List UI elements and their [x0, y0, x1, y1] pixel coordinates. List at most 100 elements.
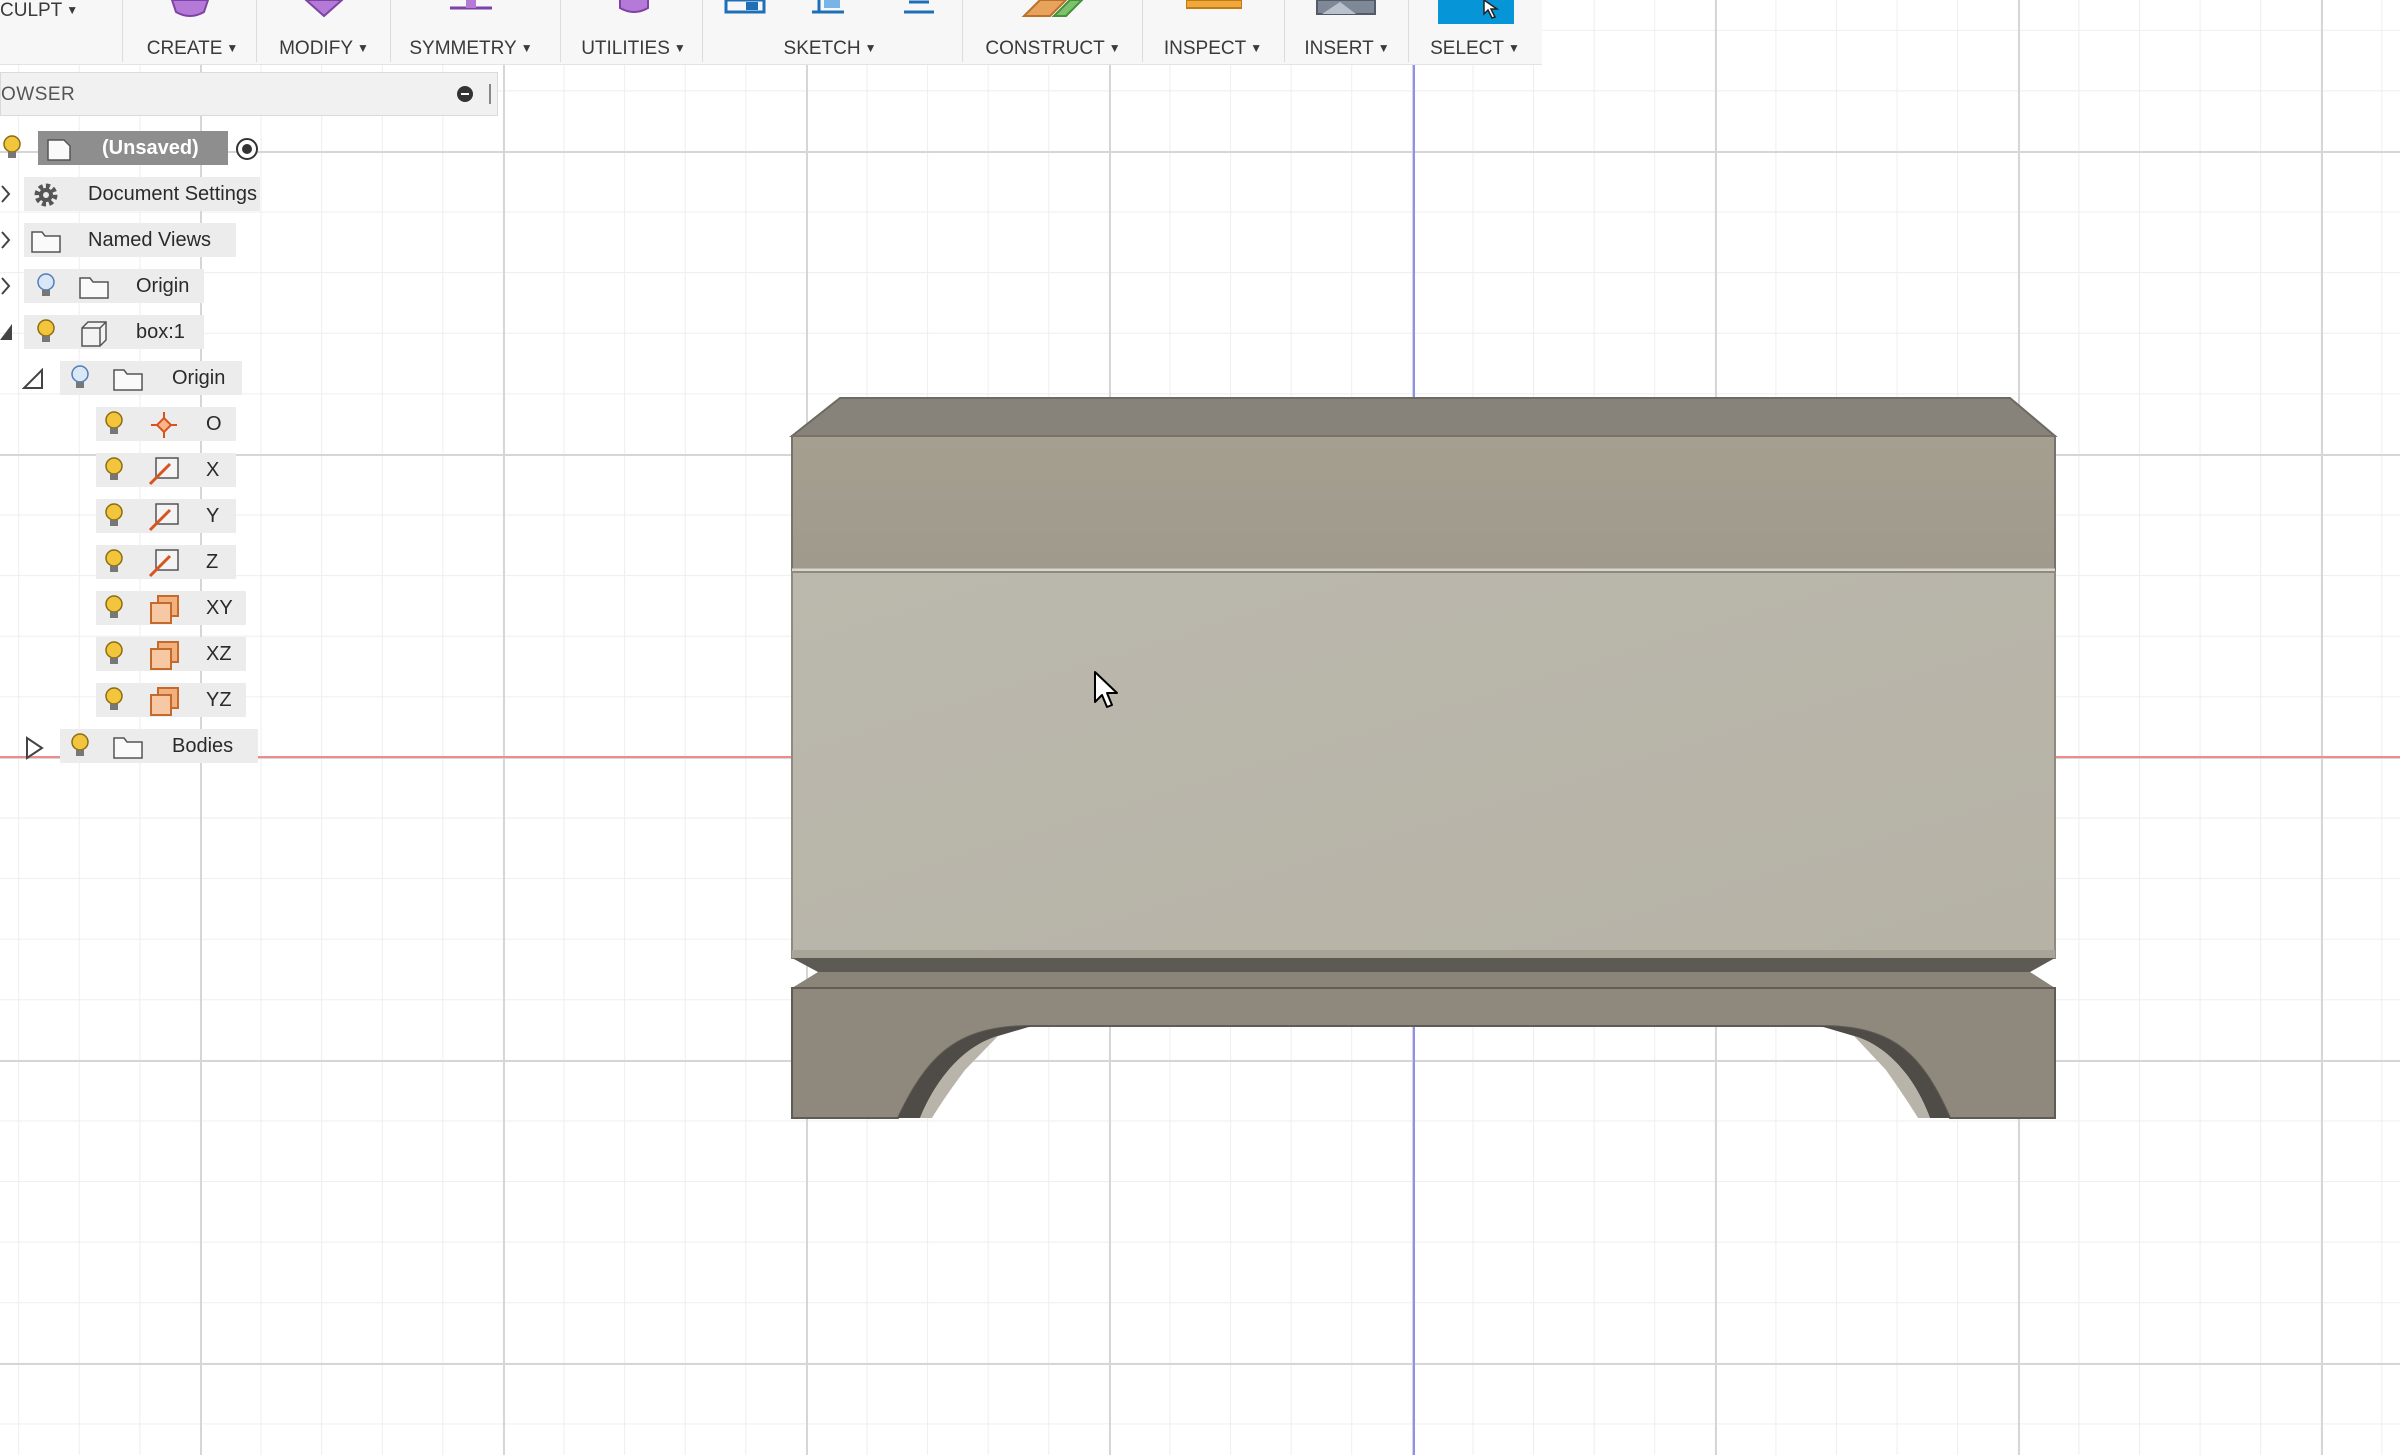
tree-item-yz-plane[interactable]: YZ	[0, 680, 250, 720]
plane-icon	[150, 595, 179, 624]
tree-item-root[interactable]: (Unsaved)	[0, 128, 270, 168]
modify-label: MODIFY	[279, 38, 353, 59]
visibility-bulb-icon[interactable]	[102, 548, 126, 576]
tree-item-x-axis[interactable]: X	[0, 450, 240, 490]
folder-icon	[113, 369, 143, 391]
create-menu[interactable]: CREATE ▼	[130, 0, 255, 64]
workspace-label: CULPT	[0, 0, 63, 21]
symmetry-label: SYMMETRY	[409, 38, 517, 59]
gear-icon	[34, 183, 58, 207]
create-form-icon	[170, 0, 210, 17]
visibility-bulb-icon[interactable]	[102, 686, 126, 714]
visibility-bulb-icon[interactable]	[102, 502, 126, 530]
axis-icon	[148, 457, 179, 486]
tree-item-origin[interactable]: Origin	[0, 266, 210, 306]
visibility-bulb-icon[interactable]	[34, 318, 58, 346]
tree-item-xy-plane[interactable]: XY	[0, 588, 250, 628]
box-body-face	[791, 571, 2056, 959]
tree-item-box1[interactable]: box:1	[0, 312, 210, 352]
symmetry-menu[interactable]: SYMMETRY ▼	[396, 0, 546, 64]
tree-item-origin-point[interactable]: O	[0, 404, 240, 444]
inspect-measure-icon	[1186, 0, 1242, 9]
tree-item-xz-plane[interactable]: XZ	[0, 634, 250, 674]
tree-item-y-axis[interactable]: Y	[0, 496, 240, 536]
folder-icon	[113, 737, 143, 759]
create-label: CREATE	[146, 38, 223, 59]
expand-arrow-icon[interactable]	[0, 276, 12, 296]
select-arrow-icon	[1483, 0, 1500, 19]
toolbar: CULPT ▼ CREATE ▼ MODIFY ▼ SYMMETRY ▼ UTILITI…	[0, 0, 1542, 65]
construct-plane-icon	[1021, 0, 1084, 17]
visibility-bulb-icon[interactable]	[34, 272, 58, 300]
axis-icon	[148, 503, 179, 532]
xy-plane-label: XY	[206, 597, 233, 619]
bodies-label: Bodies	[172, 735, 234, 757]
tree-item-document-settings[interactable]: Document Settings	[0, 174, 270, 214]
expand-arrow-icon[interactable]	[24, 736, 46, 760]
x-axis-label: X	[206, 459, 220, 481]
visibility-bulb-icon[interactable]	[68, 732, 92, 760]
box-model[interactable]	[780, 390, 2070, 1130]
insert-label: INSERT	[1304, 38, 1374, 59]
utilities-label: UTILITIES	[581, 38, 670, 59]
lid-front-face	[791, 435, 2056, 571]
sketch-icons	[724, 0, 934, 14]
select-menu[interactable]: SELECT ▼	[1414, 0, 1536, 64]
origin-label: Origin	[136, 275, 190, 297]
inspect-label: INSPECT	[1163, 38, 1247, 59]
root-label: (Unsaved)	[102, 137, 199, 159]
named-views-label: Named Views	[88, 229, 212, 251]
yz-plane-label: YZ	[206, 689, 232, 711]
plane-icon	[150, 641, 179, 670]
modify-form-icon	[304, 0, 344, 18]
construct-label: CONSTRUCT	[985, 38, 1105, 59]
canvas-viewport[interactable]	[0, 0, 2400, 1455]
document-settings-label: Document Settings	[88, 183, 257, 205]
tree-item-named-views[interactable]: Named Views	[0, 220, 240, 260]
z-axis-label: Z	[206, 551, 219, 573]
visibility-bulb-icon[interactable]	[0, 134, 24, 162]
tree-item-bodies[interactable]: Bodies	[0, 726, 262, 766]
visibility-bulb-icon[interactable]	[102, 456, 126, 484]
axis-icon	[148, 549, 179, 578]
browser-collapse-button[interactable]	[457, 86, 473, 102]
visibility-bulb-icon[interactable]	[102, 410, 126, 438]
browser-resize-handle[interactable]	[489, 84, 491, 104]
construct-menu[interactable]: CONSTRUCT ▼	[968, 0, 1138, 64]
collapse-arrow-icon[interactable]	[0, 322, 14, 342]
select-label: SELECT	[1430, 38, 1505, 59]
inspect-menu[interactable]: INSPECT ▼	[1148, 0, 1278, 64]
workspace-switcher[interactable]: CULPT ▼	[0, 0, 78, 22]
xz-plane-label: XZ	[206, 643, 232, 665]
insert-menu[interactable]: INSERT ▼	[1290, 0, 1404, 64]
origin-point-label: O	[206, 413, 222, 435]
modify-menu[interactable]: MODIFY ▼	[262, 0, 386, 64]
box1-label: box:1	[136, 321, 185, 343]
tree-item-z-axis[interactable]: Z	[0, 542, 240, 582]
sketch-label: SKETCH	[783, 38, 861, 59]
origin-point-icon	[151, 412, 177, 438]
visibility-bulb-icon[interactable]	[102, 594, 126, 622]
plane-icon	[150, 687, 179, 716]
mouse-cursor-icon	[1094, 671, 1118, 708]
folder-icon	[79, 277, 109, 299]
sketch-menu[interactable]: SKETCH ▼	[708, 0, 952, 64]
folder-icon	[31, 231, 61, 253]
insert-image-icon	[1316, 0, 1376, 15]
lid-top-face	[789, 397, 2058, 437]
select-tool-button[interactable]	[1438, 0, 1514, 24]
activate-radio-icon[interactable]	[234, 136, 260, 162]
expand-arrow-icon[interactable]	[0, 230, 12, 250]
collapse-arrow-icon[interactable]	[22, 368, 46, 390]
component-icon	[47, 139, 71, 161]
y-axis-label: Y	[206, 505, 220, 527]
visibility-bulb-icon[interactable]	[68, 364, 92, 392]
browser-header: OWSER	[0, 72, 498, 116]
expand-arrow-icon[interactable]	[0, 184, 12, 204]
tree-item-box1-origin[interactable]: Origin	[0, 358, 250, 398]
visibility-bulb-icon[interactable]	[102, 640, 126, 668]
utilities-icon	[619, 0, 649, 13]
utilities-menu[interactable]: UTILITIES ▼	[566, 0, 701, 64]
browser-title: OWSER	[1, 84, 76, 105]
body-icon	[81, 321, 107, 347]
